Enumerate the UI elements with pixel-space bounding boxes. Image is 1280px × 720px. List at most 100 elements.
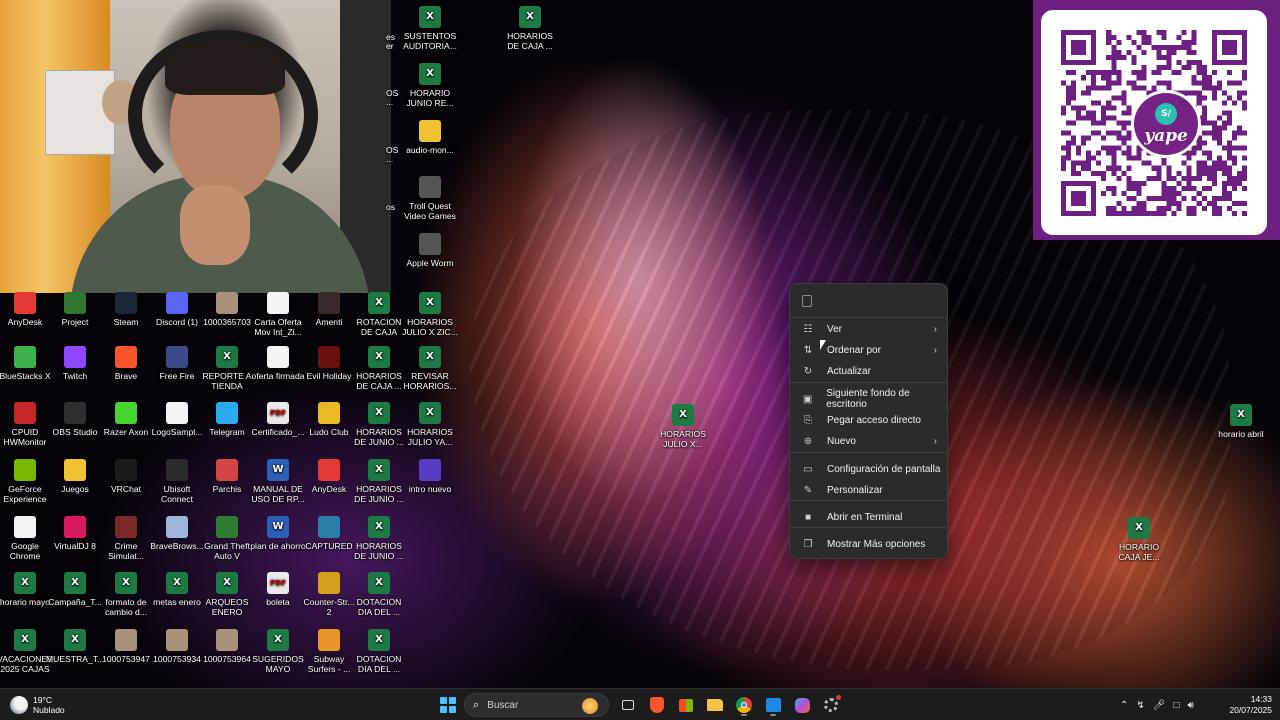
network-off-icon[interactable]: ↯: [1136, 700, 1144, 711]
desktop-icon[interactable]: HORARIO JUNIO RE...: [401, 63, 459, 108]
desktop-icon[interactable]: OBS Studio: [46, 402, 104, 437]
desktop-icon[interactable]: intro nuevo: [401, 459, 459, 494]
app-file-icon: [318, 346, 340, 368]
desktop-icon-label: Brave: [114, 371, 138, 381]
menu-item-nuevo[interactable]: ⊕ Nuevo ›: [794, 431, 945, 451]
desktop-icon[interactable]: HORARIOS DE JUNIO ...: [350, 402, 408, 447]
menu-item-mostrar-más-opciones[interactable]: ❐ Mostrar Más opciones: [794, 534, 945, 554]
desktop[interactable]: eserOS...OS...os SUSTENTOS AUDITORIA...H…: [0, 0, 1280, 688]
taskbar-clock[interactable]: 14:33 20/07/2025: [1218, 694, 1272, 716]
cloud-icon: [10, 696, 28, 714]
desktop-icon[interactable]: Razer Axon: [97, 402, 155, 437]
desktop-icon[interactable]: plan de ahorro: [249, 516, 307, 551]
desktop-icon[interactable]: Apple Worm: [401, 233, 459, 268]
desktop-icon-label: Campaña_T...: [48, 597, 102, 607]
menu-item-ordenar-por[interactable]: ⇅ Ordenar por ›: [794, 340, 945, 360]
desktop-icon[interactable]: HORARIOS DE CAJA ...: [501, 6, 559, 51]
desktop-icon[interactable]: HORARIOS DE JUNIO ...: [350, 459, 408, 504]
desktop-icon[interactable]: HORARIOS DE JUNIO ...: [350, 516, 408, 561]
brave-taskbar-button[interactable]: [645, 693, 669, 717]
desktop-icon[interactable]: SUSTENTOS AUDITORIA...: [401, 6, 459, 51]
menu-item-siguiente-fondo-de-escritorio[interactable]: ▣ Siguiente fondo de escritorio: [794, 388, 945, 410]
desktop-icon-label: HORARIOS JULIO X ZIC...: [402, 317, 458, 337]
word-file-icon: [267, 459, 289, 481]
chevron-up-icon[interactable]: ⌃: [1120, 700, 1128, 711]
taskbar-search[interactable]: ⌕ Buscar: [464, 693, 609, 717]
desktop-icon-label: Parchis: [212, 484, 242, 494]
desktop-icon[interactable]: Troll Quest Video Games: [401, 176, 459, 221]
desktop-icon-label: 1000753947: [102, 654, 150, 664]
desktop-icon[interactable]: VirtualDJ 8: [46, 516, 104, 551]
desktop-icon[interactable]: formato de cambio d...: [97, 572, 155, 617]
paste-icon[interactable]: [802, 295, 812, 307]
desktop-icon[interactable]: boleta: [249, 572, 307, 607]
clock-time: 14:33: [1250, 694, 1272, 704]
store-taskbar-button[interactable]: [674, 693, 698, 717]
chrome-taskbar-button[interactable]: [732, 693, 756, 717]
copilot-taskbar-button[interactable]: [790, 693, 814, 717]
settings-taskbar-button[interactable]: [819, 693, 843, 717]
desktop-icon-label: 1000753964: [203, 654, 251, 664]
desktop-icon[interactable]: Brave: [97, 346, 155, 381]
menu-item-actualizar[interactable]: ↻ Actualizar: [794, 361, 945, 381]
desktop-icon-label: Crime Simulat...: [108, 541, 144, 561]
menu-item-abrir-en-terminal[interactable]: ■ Abrir en Terminal: [794, 507, 945, 527]
desktop-icon-label: Carta Oferta Mov Int_Zi...: [254, 317, 302, 337]
desktop-icon[interactable]: VRChat: [97, 459, 155, 494]
desktop-icon-label: OBS Studio: [52, 427, 98, 437]
menu-item-configuración-de-pantalla[interactable]: ▭ Configuración de pantalla: [794, 459, 945, 479]
menu-item-label: Mostrar Más opciones: [827, 538, 926, 550]
desktop-icon[interactable]: 1000365703: [198, 292, 256, 327]
desktop-icon[interactable]: 1000753964: [198, 629, 256, 664]
desktop-icon[interactable]: HORARIOS JULIO X...: [654, 404, 712, 449]
desktop-icon[interactable]: Twitch: [46, 346, 104, 381]
desktop-icon[interactable]: DOTACION DIA DEL ...: [350, 629, 408, 674]
desktop-icon[interactable]: Grand Theft Auto V: [198, 516, 256, 561]
weather-condition: Nublado: [33, 705, 65, 715]
desktop-icon[interactable]: Certificado_...: [249, 402, 307, 437]
desktop-icon[interactable]: oferta firmada: [249, 346, 307, 381]
app-file-icon: [14, 459, 36, 481]
desktop-icon[interactable]: REVISAR HORARIOS...: [401, 346, 459, 391]
desktop-icon[interactable]: MANUAL DE USO DE RP...: [249, 459, 307, 504]
start-button[interactable]: [436, 693, 460, 717]
desktop-icon[interactable]: Parchis: [198, 459, 256, 494]
desktop-icon-label: intro nuevo: [408, 484, 452, 494]
desktop-icon[interactable]: Campaña_T...: [46, 572, 104, 607]
microphone-icon[interactable]: 🎤︎: [1153, 700, 1166, 711]
desktop-icon[interactable]: ROTACION DE CAJA: [350, 292, 408, 337]
app-file-icon: [115, 292, 137, 314]
desktop-icon[interactable]: horario abril: [1212, 404, 1270, 439]
desktop-icon[interactable]: Crime Simulat...: [97, 516, 155, 561]
desktop-icon[interactable]: MUESTRA_T...: [46, 629, 104, 664]
desktop-icon[interactable]: HORARIO CAJA JE...: [1110, 517, 1168, 562]
desktop-icon[interactable]: audio-mon...: [401, 120, 459, 155]
monitor-icon[interactable]: □: [1173, 700, 1179, 711]
desktop-icon-label: DOTACION DIA DEL ...: [356, 597, 402, 617]
more-options-icon: ❐: [803, 538, 813, 550]
task-view-button[interactable]: [616, 693, 640, 717]
desktop-icon[interactable]: Carta Oferta Mov Int_Zi...: [249, 292, 307, 337]
desktop-icon[interactable]: Project: [46, 292, 104, 327]
desktop-icon[interactable]: HORARIOS JULIO YA...: [401, 402, 459, 447]
file-explorer-taskbar-button[interactable]: [703, 693, 727, 717]
desktop-icon[interactable]: Steam: [97, 292, 155, 327]
desktop-icon[interactable]: SUGERIDOS MAYO: [249, 629, 307, 674]
desktop-icon[interactable]: Juegos: [46, 459, 104, 494]
weather-widget[interactable]: 19°C Nublado: [10, 693, 65, 717]
menu-item-pegar-acceso-directo[interactable]: ⎘ Pegar acceso directo: [794, 410, 945, 430]
desktop-icon[interactable]: DOTACION DIA DEL ...: [350, 572, 408, 617]
desktop-icon[interactable]: ARQUEOS ENERO: [198, 572, 256, 617]
excel-file-icon: [419, 346, 441, 368]
menu-item-ver[interactable]: ☷ Ver ›: [794, 319, 945, 339]
capture-taskbar-button[interactable]: [761, 693, 785, 717]
desktop-icon[interactable]: REPORTE A TIENDA: [198, 346, 256, 391]
webcam-person-hand: [180, 185, 250, 265]
desktop-icon[interactable]: Telegram: [198, 402, 256, 437]
menu-item-personalizar[interactable]: ✎ Personalizar: [794, 480, 945, 500]
desktop-icon[interactable]: HORARIOS DE CAJA ...: [350, 346, 408, 391]
volume-icon[interactable]: 🔊︎: [1188, 700, 1194, 711]
menu-separator: [790, 317, 947, 318]
desktop-icon[interactable]: 1000753947: [97, 629, 155, 664]
desktop-icon[interactable]: HORARIOS JULIO X ZIC...: [401, 292, 459, 337]
